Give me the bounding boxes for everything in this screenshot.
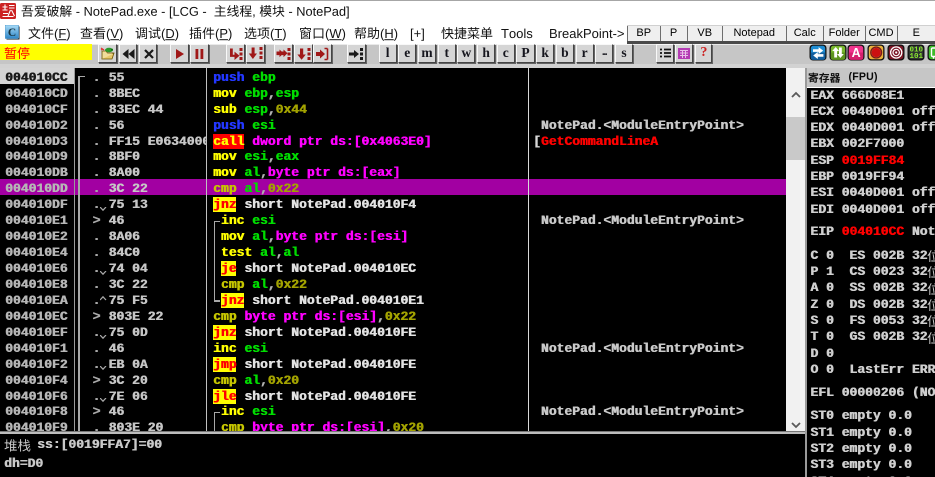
- svg-text:101: 101: [909, 53, 923, 61]
- svg-text:A: A: [852, 46, 861, 60]
- svg-text:C: C: [7, 27, 15, 39]
